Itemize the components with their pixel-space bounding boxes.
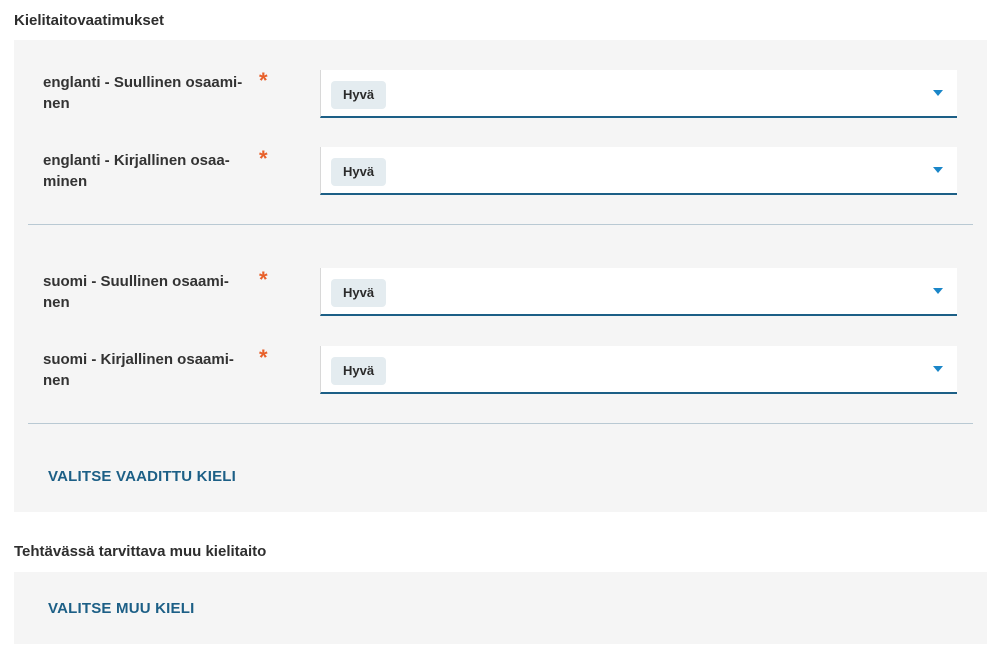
selected-value-chip: Hyvä <box>331 158 387 186</box>
group-divider <box>28 423 973 424</box>
other-language-panel: VALITSE MUU KIELI <box>14 572 987 644</box>
requirement-label: suomi - Kirjallinen osaami- nen <box>43 351 234 389</box>
add-required-language-button[interactable]: VALITSE VAADITTU KIELI <box>48 468 236 485</box>
requirement-row: englanti - Suullinen osaami- nen * Hyvä <box>14 68 987 126</box>
selected-value-chip: Hyvä <box>331 357 387 385</box>
required-asterisk: * <box>259 267 268 292</box>
requirement-label: suomi - Suullinen osaami- nen <box>43 273 229 311</box>
selected-value-chip: Hyvä <box>331 279 387 307</box>
proficiency-select[interactable]: Hyvä <box>320 268 957 316</box>
required-asterisk: * <box>259 68 268 93</box>
selected-value-chip: Hyvä <box>331 81 387 109</box>
proficiency-select[interactable]: Hyvä <box>320 147 957 195</box>
language-requirements-panel: englanti - Suullinen osaami- nen * Hyvä … <box>14 40 987 512</box>
requirement-label: englanti - Suullinen osaami- nen <box>43 74 243 112</box>
requirement-row: englanti - Kirjallinen osaa- minen * Hyv… <box>14 146 987 204</box>
chevron-down-icon <box>933 288 943 294</box>
add-other-language-button[interactable]: VALITSE MUU KIELI <box>48 600 194 617</box>
chevron-down-icon <box>933 366 943 372</box>
proficiency-select[interactable]: Hyvä <box>320 346 957 394</box>
proficiency-select[interactable]: Hyvä <box>320 70 957 118</box>
requirement-label: englanti - Kirjallinen osaa- minen <box>43 152 230 190</box>
language-requirements-title: Kielitaitovaatimukset <box>14 12 165 29</box>
required-asterisk: * <box>259 146 268 171</box>
requirement-row: suomi - Kirjallinen osaami- nen * Hyvä <box>14 345 987 403</box>
required-asterisk: * <box>259 345 268 370</box>
group-divider <box>28 224 973 225</box>
chevron-down-icon <box>933 90 943 96</box>
requirement-row: suomi - Suullinen osaami- nen * Hyvä <box>14 267 987 325</box>
other-language-title: Tehtävässä tarvittava muu kielitaito <box>14 543 267 560</box>
chevron-down-icon <box>933 167 943 173</box>
